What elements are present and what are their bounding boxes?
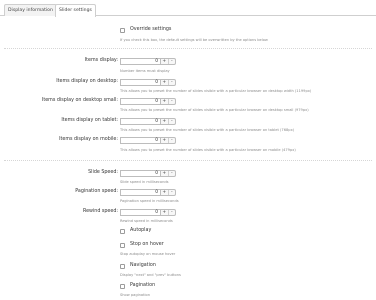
pagination-speed-help: Pagination speed in milliseconds — [120, 199, 179, 203]
plus-icon[interactable]: + — [161, 210, 169, 215]
minus-icon[interactable]: - — [169, 190, 176, 195]
navigation-label: Navigation — [130, 263, 156, 268]
items-desktop-help: This allows you to preset the number of … — [120, 89, 312, 93]
slide-speed-stepper[interactable]: 0 + - — [120, 170, 176, 177]
items-desktop-small-input[interactable]: 0 — [120, 98, 160, 105]
pagination-speed-input[interactable]: 0 — [120, 189, 160, 196]
slide-speed-input[interactable]: 0 — [120, 170, 160, 177]
items-display-label: Items display: — [84, 58, 118, 63]
items-mobile-stepper[interactable]: 0 + - — [120, 137, 176, 144]
slide-speed-help: Slide speed in milliseconds — [120, 180, 169, 184]
minus-icon[interactable]: - — [169, 138, 176, 143]
navigation-help: Display "next" and "prev" buttons — [120, 273, 181, 277]
items-mobile-label: Items display on mobile: — [59, 137, 118, 142]
plus-icon[interactable]: + — [161, 59, 169, 64]
items-desktop-small-label: Items display on desktop small: — [41, 98, 118, 103]
divider — [4, 48, 372, 49]
plus-icon[interactable]: + — [161, 138, 169, 143]
stop-on-hover-label: Stop on hover — [130, 242, 164, 247]
tab-bar: Display information Slider settings — [0, 4, 376, 17]
items-desktop-input[interactable]: 0 — [120, 79, 160, 86]
tab-slider-settings[interactable]: Slider settings — [55, 4, 96, 17]
stop-on-hover-checkbox[interactable] — [120, 243, 125, 248]
items-desktop-label: Items display on desktop: — [56, 79, 118, 84]
override-settings-checkbox[interactable] — [120, 28, 125, 33]
minus-icon[interactable]: - — [169, 99, 176, 104]
items-mobile-help: This allows you to preset the number of … — [120, 148, 296, 152]
items-tablet-stepper[interactable]: 0 + - — [120, 118, 176, 125]
stop-on-hover-help: Stop autoplay on mouse hover — [120, 252, 176, 256]
rewind-speed-stepper[interactable]: 0 + - — [120, 209, 176, 216]
items-desktop-stepper[interactable]: 0 + - — [120, 79, 176, 86]
rewind-speed-input[interactable]: 0 — [120, 209, 160, 216]
navigation-checkbox[interactable] — [120, 264, 125, 269]
rewind-speed-help: Rewind speed in milliseconds — [120, 219, 173, 223]
autoplay-checkbox[interactable] — [120, 229, 125, 234]
pagination-label: Pagination — [130, 283, 156, 288]
override-settings-label: Override settings — [130, 27, 172, 32]
items-mobile-input[interactable]: 0 — [120, 137, 160, 144]
items-tablet-label: Items display on tablet: — [61, 118, 118, 123]
divider — [4, 160, 372, 161]
plus-icon[interactable]: + — [161, 171, 169, 176]
autoplay-label: Autoplay — [130, 228, 152, 233]
plus-icon[interactable]: + — [161, 190, 169, 195]
items-display-stepper[interactable]: 0 + - — [120, 58, 176, 65]
items-tablet-help: This allows you to preset the number of … — [120, 128, 295, 132]
override-settings-help: If you check this box, the default setti… — [120, 38, 268, 42]
minus-icon[interactable]: - — [169, 119, 176, 124]
minus-icon[interactable]: - — [169, 171, 176, 176]
pagination-speed-stepper[interactable]: 0 + - — [120, 189, 176, 196]
items-desktop-small-stepper[interactable]: 0 + - — [120, 98, 176, 105]
slide-speed-label: Slide Speed: — [88, 170, 118, 175]
minus-icon[interactable]: - — [169, 59, 176, 64]
pagination-help: Show pagination — [120, 293, 150, 297]
items-display-help: Number items must display — [120, 69, 170, 73]
pagination-checkbox[interactable] — [120, 284, 125, 289]
items-display-input[interactable]: 0 — [120, 58, 160, 65]
items-desktop-small-help: This allows you to preset the number of … — [120, 108, 309, 112]
minus-icon[interactable]: - — [169, 80, 176, 85]
rewind-speed-label: Rewind speed: — [82, 209, 118, 214]
plus-icon[interactable]: + — [161, 99, 169, 104]
minus-icon[interactable]: - — [169, 210, 176, 215]
plus-icon[interactable]: + — [161, 119, 169, 124]
pagination-speed-label: Pagination speed: — [75, 189, 118, 194]
tab-display-information[interactable]: Display information — [4, 4, 57, 16]
plus-icon[interactable]: + — [161, 80, 169, 85]
items-tablet-input[interactable]: 0 — [120, 118, 160, 125]
